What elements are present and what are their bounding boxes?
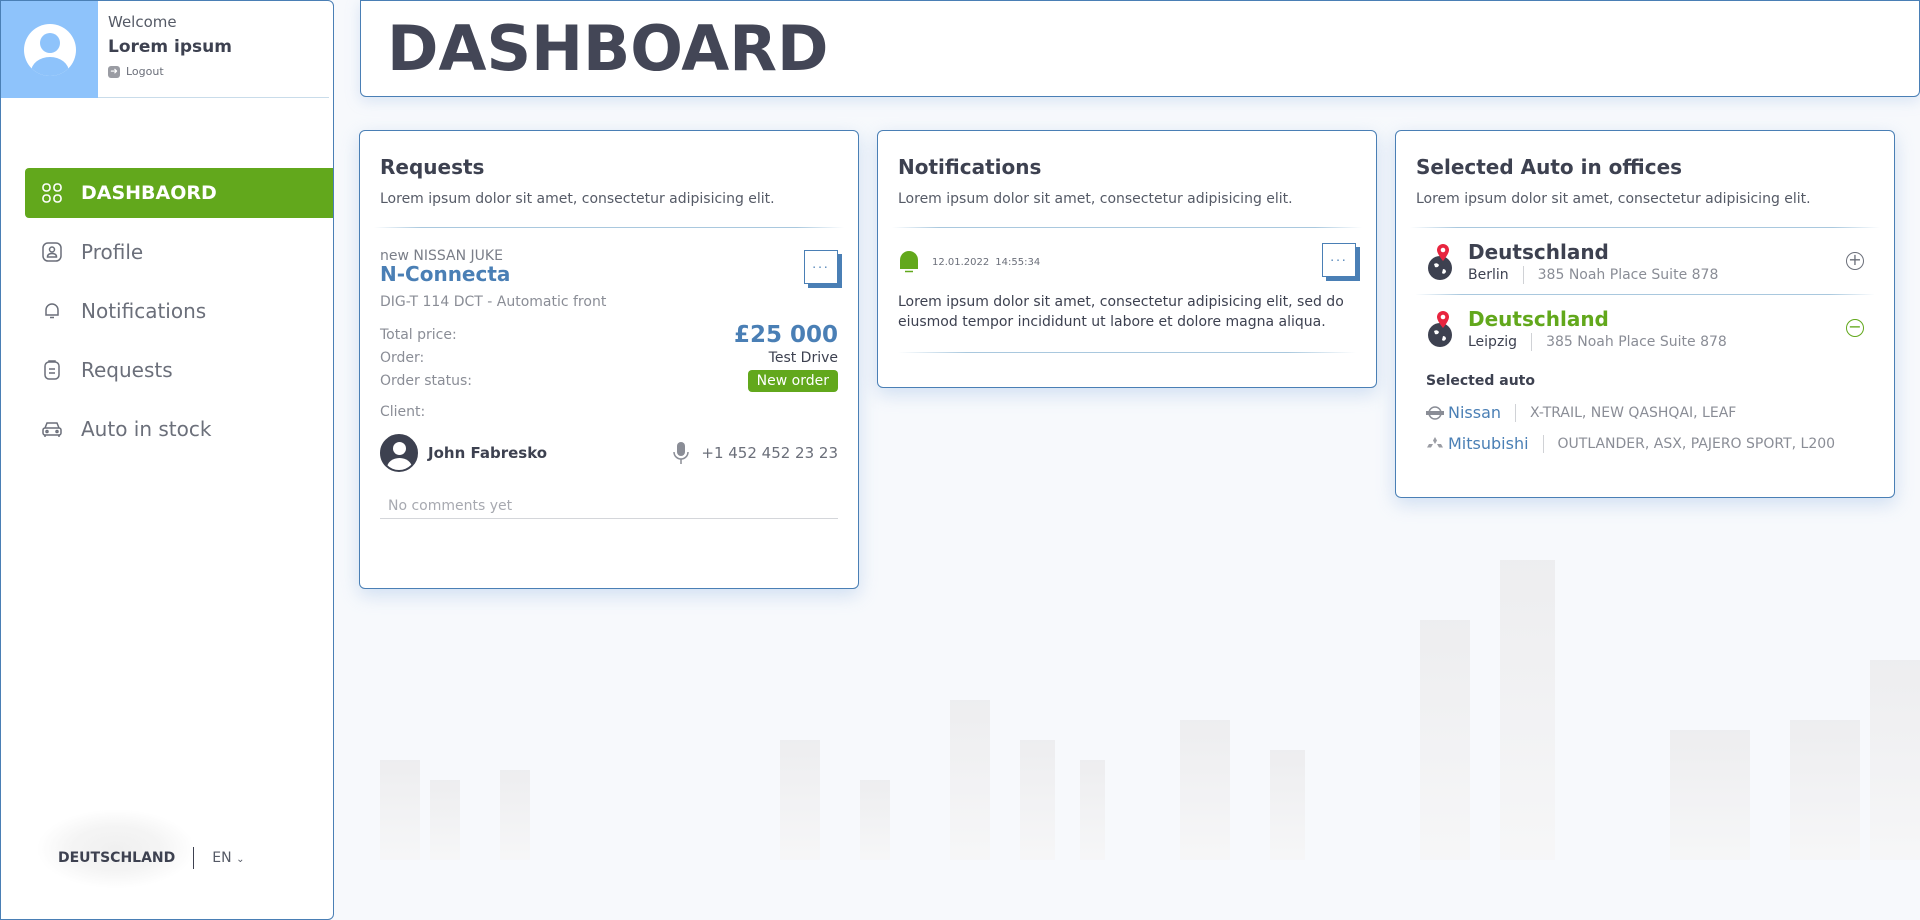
bell-icon	[41, 300, 63, 322]
office-city: Leipzig	[1468, 334, 1518, 350]
sidebar-item-notifications[interactable]: Notifications	[25, 286, 333, 336]
divider	[892, 227, 1362, 228]
office-item[interactable]: Deutschland Leipzig 385 Noah Place Suite…	[1416, 294, 1874, 361]
sidebar-item-auto-in-stock[interactable]: Auto in stock	[25, 404, 333, 454]
client-row: John Fabresko +1 452 452 23 23	[380, 434, 838, 472]
order-label: Order:	[380, 350, 425, 366]
selected-auto-card: Selected Auto in offices Lorem ipsum dol…	[1395, 130, 1895, 498]
sidebar-item-label: DASHBAORD	[81, 182, 217, 204]
country-label: DEUTSCHLAND	[58, 850, 176, 866]
world-map-icon	[36, 809, 196, 889]
brand-models: X-TRAIL, NEW QASHQAI, LEAF	[1530, 404, 1737, 421]
car-name[interactable]: N-Connecta	[380, 262, 838, 286]
client-label: Client:	[380, 404, 426, 420]
logout-icon: ➜	[108, 65, 120, 78]
notification-text: Lorem ipsum dolor sit amet, consectetur …	[898, 294, 1344, 330]
office-country: Deutschland	[1468, 307, 1609, 331]
client-name: John Fabresko	[428, 444, 548, 462]
sidebar-item-label: Notifications	[81, 299, 207, 323]
chevron-down-icon: ⌄	[236, 854, 245, 865]
profile-icon	[41, 241, 63, 263]
user-name: Lorem ipsum	[108, 37, 232, 57]
globe-pin-icon	[1428, 311, 1452, 347]
car-icon	[41, 418, 63, 440]
sidebar-footer: DEUTSCHLAND EN ⌄	[36, 809, 244, 889]
user-avatar-icon	[23, 23, 76, 76]
page-header: DASHBOARD	[360, 0, 1920, 97]
more-options-button[interactable]: ...	[804, 250, 838, 284]
card-title: Selected Auto in offices	[1416, 155, 1683, 179]
divider	[1531, 333, 1533, 351]
requests-card: Requests Lorem ipsum dolor sit amet, con…	[359, 130, 859, 589]
notification-item: 12.01.2022 14:55:34	[898, 250, 1356, 274]
welcome-label: Welcome	[108, 13, 177, 31]
order-status-label: Order status:	[380, 373, 472, 389]
grid-icon	[41, 182, 63, 204]
divider	[374, 227, 844, 228]
phone-number: +1 452 452 23 23	[701, 444, 838, 462]
total-price-row: Total price: £25 000	[380, 322, 838, 348]
divider	[898, 352, 1356, 353]
sidebar-nav: DASHBAORD Profile Notifications Requests…	[1, 168, 333, 454]
office-country: Deutschland	[1468, 240, 1609, 264]
mitsubishi-logo-icon	[1427, 436, 1443, 447]
logout-button[interactable]: ➜ Logout	[108, 65, 232, 78]
logout-label: Logout	[126, 65, 164, 78]
brand-name[interactable]: Nissan	[1448, 403, 1501, 422]
globe-pin-icon	[1428, 244, 1452, 280]
order-row: Order: Test Drive	[380, 350, 838, 366]
divider	[193, 847, 195, 869]
sidebar: Welcome Lorem ipsum ➜ Logout DASHBAORD P…	[0, 0, 334, 920]
brand-row: Mitsubishi OUTLANDER, ASX, PAJERO SPORT,…	[1426, 434, 1874, 453]
order-value: Test Drive	[768, 350, 838, 366]
office-item[interactable]: Deutschland Berlin 385 Noah Place Suite …	[1416, 228, 1874, 294]
avatar[interactable]	[1, 1, 98, 98]
collapse-minus-icon[interactable]: −	[1846, 319, 1864, 337]
more-options-button[interactable]: ...	[1322, 243, 1356, 277]
comment-input[interactable]	[380, 494, 838, 519]
total-price-value: £25 000	[733, 322, 838, 348]
sidebar-item-dashboard[interactable]: DASHBAORD	[25, 168, 333, 218]
sidebar-item-profile[interactable]: Profile	[25, 227, 333, 277]
selected-auto-label: Selected auto	[1426, 373, 1535, 389]
notification-time: 14:55:34	[995, 256, 1041, 268]
sidebar-item-label: Profile	[81, 240, 144, 264]
nissan-logo-icon	[1426, 405, 1444, 420]
client-avatar-icon	[380, 434, 418, 472]
card-description: Lorem ipsum dolor sit amet, consectetur …	[898, 191, 1293, 207]
sidebar-item-label: Auto in stock	[81, 417, 212, 441]
divider	[1522, 266, 1524, 284]
page-title: DASHBOARD	[387, 12, 829, 85]
language-value: EN	[212, 850, 232, 866]
total-price-label: Total price:	[380, 327, 457, 343]
card-description: Lorem ipsum dolor sit amet, consectetur …	[380, 191, 775, 207]
microphone-icon	[673, 442, 690, 464]
card-title: Requests	[380, 155, 485, 179]
notifications-card: Notifications Lorem ipsum dolor sit amet…	[877, 130, 1377, 388]
sidebar-item-requests[interactable]: Requests	[25, 345, 333, 395]
divider	[1515, 403, 1517, 422]
car-spec: DIG-T 114 DCT - Automatic front	[380, 294, 607, 310]
card-title: Notifications	[898, 155, 1042, 179]
user-panel: Welcome Lorem ipsum ➜ Logout	[1, 1, 329, 98]
brand-name[interactable]: Mitsubishi	[1448, 434, 1529, 453]
client-phone[interactable]: +1 452 452 23 23	[673, 441, 838, 465]
bell-icon	[900, 251, 918, 273]
brand-row: Nissan X-TRAIL, NEW QASHQAI, LEAF	[1426, 403, 1874, 422]
clipboard-icon	[41, 359, 63, 381]
brand-models: OUTLANDER, ASX, PAJERO SPORT, L200	[1557, 435, 1836, 452]
expand-plus-icon[interactable]: +	[1846, 252, 1864, 270]
card-description: Lorem ipsum dolor sit amet, consectetur …	[1416, 191, 1811, 207]
notification-date: 12.01.2022	[932, 256, 990, 268]
office-address: 385 Noah Place Suite 878	[1537, 267, 1719, 283]
language-select[interactable]: EN ⌄	[212, 850, 244, 866]
office-address: 385 Noah Place Suite 878	[1546, 334, 1727, 350]
sidebar-item-label: Requests	[81, 358, 173, 382]
order-status-row: Order status: New order	[380, 370, 838, 392]
office-city: Berlin	[1468, 267, 1509, 283]
status-badge: New order	[747, 370, 838, 392]
divider	[1542, 434, 1544, 453]
